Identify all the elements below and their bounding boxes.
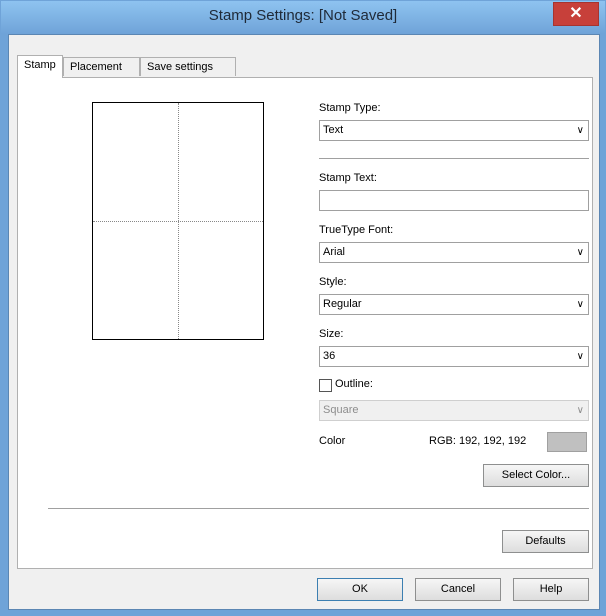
truetype-font-label: TrueType Font: bbox=[319, 224, 394, 236]
tab-save-settings[interactable]: Save settings bbox=[140, 57, 236, 76]
type-separator bbox=[319, 158, 589, 160]
cancel-button[interactable]: Cancel bbox=[415, 578, 501, 601]
stamp-preview bbox=[92, 102, 264, 340]
style-value: Regular bbox=[323, 298, 362, 310]
close-button[interactable]: ✕ bbox=[553, 2, 599, 26]
chevron-down-icon: ∨ bbox=[576, 405, 584, 416]
ok-button[interactable]: OK bbox=[317, 578, 403, 601]
size-value: 36 bbox=[323, 350, 336, 362]
stamp-settings-dialog: Stamp Settings: [Not Saved] ✕ Stamp Plac… bbox=[0, 0, 606, 616]
color-rgb-value: RGB: 192, 192, 192 bbox=[429, 435, 527, 447]
stamp-type-select[interactable]: Text ∨ bbox=[319, 120, 589, 141]
outline-label[interactable]: Outline: bbox=[335, 378, 373, 390]
truetype-font-select[interactable]: Arial ∨ bbox=[319, 242, 589, 263]
size-select[interactable]: 36 ∨ bbox=[319, 346, 589, 367]
stamp-tab-panel: Stamp Type: Text ∨ Stamp Text: TrueType … bbox=[17, 77, 593, 569]
title-bar[interactable]: Stamp Settings: [Not Saved] ✕ bbox=[1, 1, 605, 34]
select-color-button[interactable]: Select Color... bbox=[483, 464, 589, 487]
defaults-button[interactable]: Defaults bbox=[502, 530, 589, 553]
chevron-down-icon: ∨ bbox=[576, 351, 584, 362]
stamp-type-label: Stamp Type: bbox=[319, 102, 381, 114]
stamp-text-input[interactable] bbox=[319, 190, 589, 211]
outline-select: Square ∨ bbox=[319, 400, 589, 421]
chevron-down-icon: ∨ bbox=[576, 125, 584, 136]
stamp-type-value: Text bbox=[323, 124, 344, 136]
dialog-client-area: Stamp Placement Save settings Stamp Type… bbox=[8, 34, 600, 610]
chevron-down-icon: ∨ bbox=[576, 299, 584, 310]
style-select[interactable]: Regular ∨ bbox=[319, 294, 589, 315]
outline-checkbox[interactable] bbox=[319, 379, 332, 392]
outline-value: Square bbox=[323, 404, 359, 416]
style-label: Style: bbox=[319, 276, 347, 288]
size-label: Size: bbox=[319, 328, 344, 340]
tab-stamp[interactable]: Stamp bbox=[17, 55, 63, 78]
truetype-font-value: Arial bbox=[323, 246, 346, 258]
stamp-text-label: Stamp Text: bbox=[319, 172, 377, 184]
preview-horizontal-guide bbox=[93, 221, 263, 222]
panel-separator bbox=[48, 508, 589, 510]
color-label: Color bbox=[319, 435, 346, 447]
chevron-down-icon: ∨ bbox=[576, 247, 584, 258]
close-icon: ✕ bbox=[569, 5, 583, 22]
help-button[interactable]: Help bbox=[513, 578, 589, 601]
tab-placement[interactable]: Placement bbox=[63, 57, 140, 76]
color-swatch bbox=[547, 432, 587, 452]
dialog-title: Stamp Settings: [Not Saved] bbox=[208, 7, 398, 24]
